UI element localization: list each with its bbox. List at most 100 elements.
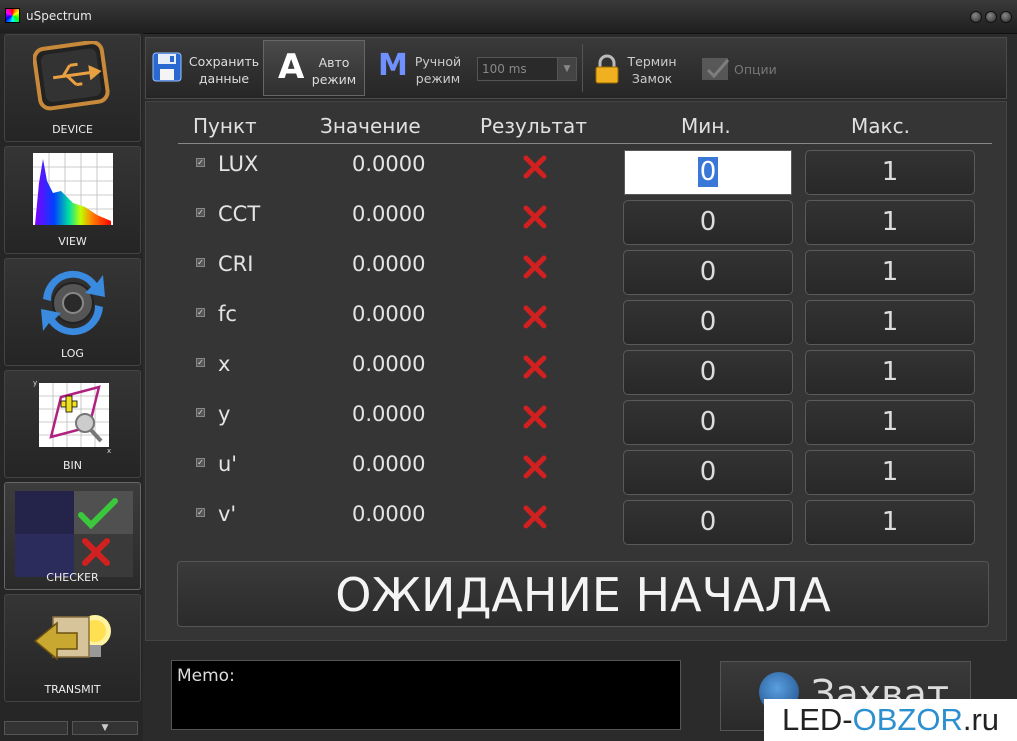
col-header-max: Макс. [851,114,910,138]
row-checkbox[interactable]: ✓ [196,458,205,467]
min-input[interactable]: 0 [624,150,792,195]
transmit-icon [33,615,111,661]
max-input[interactable]: 1 [805,300,975,345]
options-button[interactable]: Опции [694,40,786,96]
fail-x-icon [521,353,549,381]
row-checkbox[interactable]: ✓ [196,308,205,317]
max-input[interactable]: 1 [805,350,975,395]
close-button[interactable] [1000,11,1012,23]
bin-zoom-icon: yx [33,379,111,453]
row-checkbox[interactable]: ✓ [196,408,205,417]
watermark-part2: OBZOR [852,702,963,737]
sidebar-item-checker[interactable]: CHECKER [4,482,141,590]
sidebar-item-transmit[interactable]: TRANSMIT [4,594,141,702]
manual-label-line1: Ручной [414,54,462,69]
manual-mode-icon: M [378,48,408,83]
save-label-line1: Сохранить [188,54,260,69]
row-name: y [218,402,231,426]
sidebar-item-log[interactable]: LOG [4,258,141,366]
min-input[interactable]: 0 [623,500,793,545]
sidebar-item-label: DEVICE [52,123,93,136]
min-input[interactable]: 0 [623,200,793,245]
app-logo-icon [5,8,20,23]
fail-x-icon [521,253,549,281]
fail-x-icon [521,503,549,531]
save-label-line2: данные [198,71,250,86]
sidebar-item-view[interactable]: VIEW [4,146,141,254]
row-value: 0.0000 [352,252,426,276]
options-checklist-icon [702,58,730,80]
lock-label-line1: Термин [627,54,677,69]
minimize-button[interactable] [970,11,982,23]
row-value: 0.0000 [352,352,426,376]
fail-x-icon [521,153,549,181]
min-input[interactable]: 0 [623,250,793,295]
memo-textarea[interactable]: Memo: [171,660,681,730]
row-checkbox[interactable]: ✓ [196,508,205,517]
row-checkbox[interactable]: ✓ [196,258,205,267]
row-name: CCT [218,202,261,226]
row-value: 0.0000 [352,502,426,526]
max-input[interactable]: 1 [805,200,975,245]
max-input[interactable]: 1 [805,250,975,295]
interval-value: 100 ms [482,62,527,76]
sidebar-item-device[interactable]: DEVICE [4,34,141,142]
sidebar: DEVICE VIEW LOG y x BIN CHECKER TRANSMIT… [0,33,143,741]
max-input[interactable]: 1 [805,150,975,195]
sidebar-item-bin[interactable]: yx BIN [4,370,141,478]
chevron-down-icon[interactable]: ▼ [557,58,576,80]
row-value: 0.0000 [352,152,426,176]
sidebar-item-label: LOG [61,347,84,360]
svg-text:y: y [33,379,37,387]
auto-mode-button[interactable]: A Авто режим [263,40,365,96]
terminal-lock-button[interactable]: Термин Замок [588,40,688,96]
header-divider [178,143,992,144]
refresh-log-icon [41,270,105,336]
fail-x-icon [521,303,549,331]
col-header-result: Результат [480,114,587,138]
sidebar-item-label: VIEW [58,235,87,248]
row-value: 0.0000 [352,202,426,226]
row-checkbox[interactable]: ✓ [196,208,205,217]
sidebar-item-label: BIN [62,459,83,472]
spectrum-chart-icon [33,153,113,225]
toolbar: Сохранить данные A Авто режим M Ручной р… [145,37,1007,99]
watermark-part1: LED- [781,702,853,737]
max-input[interactable]: 1 [805,500,975,545]
row-checkbox[interactable]: ✓ [196,358,205,367]
max-input[interactable]: 1 [805,400,975,445]
svg-text:x: x [107,447,111,453]
sidebar-item-label: CHECKER [46,571,99,584]
min-input[interactable]: 0 [623,400,793,445]
fail-x-icon [521,403,549,431]
row-name: u' [218,452,238,476]
auto-label-line1: Авто [318,55,350,70]
row-name: v' [218,502,237,526]
sidebar-scroll-up[interactable] [4,721,68,735]
auto-mode-icon: A [278,47,305,87]
save-data-button[interactable]: Сохранить данные [148,40,260,96]
max-input[interactable]: 1 [805,450,975,495]
fail-x-icon [521,203,549,231]
maximize-button[interactable] [985,11,997,23]
min-input[interactable]: 0 [623,450,793,495]
manual-label-line2: режим [415,71,461,86]
lock-icon [595,54,619,84]
col-header-value: Значение [320,114,421,138]
memo-label: Memo: [177,666,235,686]
watermark-part3: .ru [962,702,1000,737]
title-bar: uSpectrum [0,0,1017,34]
toolbar-separator [582,44,583,92]
row-value: 0.0000 [352,402,426,426]
sidebar-scroll-down[interactable]: ▼ [72,721,138,735]
lock-label-line2: Замок [631,71,673,86]
interval-select[interactable]: 100 ms ▼ [477,57,577,81]
floppy-disk-icon [152,52,182,82]
min-input[interactable]: 0 [623,300,793,345]
row-checkbox[interactable]: ✓ [196,158,205,167]
row-name: x [218,352,231,376]
row-value: 0.0000 [352,452,426,476]
manual-mode-button[interactable]: M Ручной режим [368,40,468,96]
options-label: Опции [734,62,777,77]
min-input[interactable]: 0 [623,350,793,395]
